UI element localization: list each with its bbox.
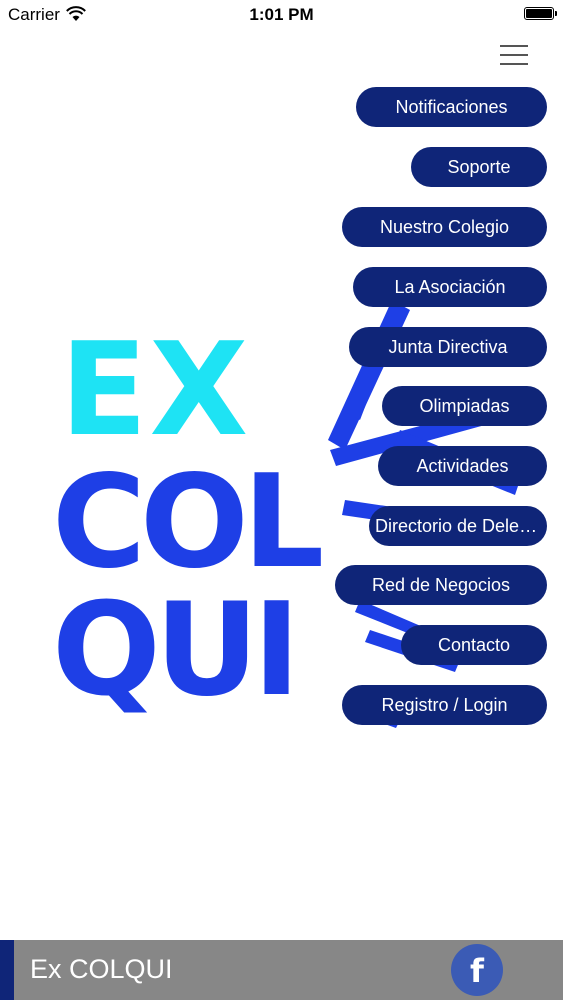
footer-title: Ex COLQUI — [30, 954, 173, 984]
menu-item-directorio-de-delegados[interactable]: Directorio de Delegados — [369, 506, 547, 546]
logo-text-qui: QUI — [52, 576, 294, 725]
clock: 1:01 PM — [249, 5, 314, 24]
logo-text-ex: EX — [60, 316, 250, 465]
facebook-icon[interactable]: f — [451, 944, 503, 996]
menu-item-notificaciones[interactable]: Notificaciones — [356, 87, 547, 127]
footer-accent — [0, 940, 14, 1000]
status-bar: Carrier 1:01 PM — [0, 0, 563, 30]
menu-item-la-asociacion[interactable]: La Asociación — [353, 267, 547, 307]
logo-text-col: COL — [52, 448, 322, 597]
menu-item-junta-directiva[interactable]: Junta Directiva — [349, 327, 547, 367]
footer-bar: Ex COLQUI f — [0, 940, 563, 1000]
menu-item-actividades[interactable]: Actividades — [378, 446, 547, 486]
menu-item-olimpiadas[interactable]: Olimpiadas — [382, 386, 547, 426]
hamburger-menu-icon[interactable] — [500, 43, 528, 67]
menu-item-contacto[interactable]: Contacto — [401, 625, 547, 665]
menu-item-registro-login[interactable]: Registro / Login — [342, 685, 547, 725]
menu-item-soporte[interactable]: Soporte — [411, 147, 547, 187]
menu-item-red-de-negocios[interactable]: Red de Negocios — [335, 565, 547, 605]
menu-item-nuestro-colegio[interactable]: Nuestro Colegio — [342, 207, 547, 247]
battery-icon — [524, 7, 557, 20]
